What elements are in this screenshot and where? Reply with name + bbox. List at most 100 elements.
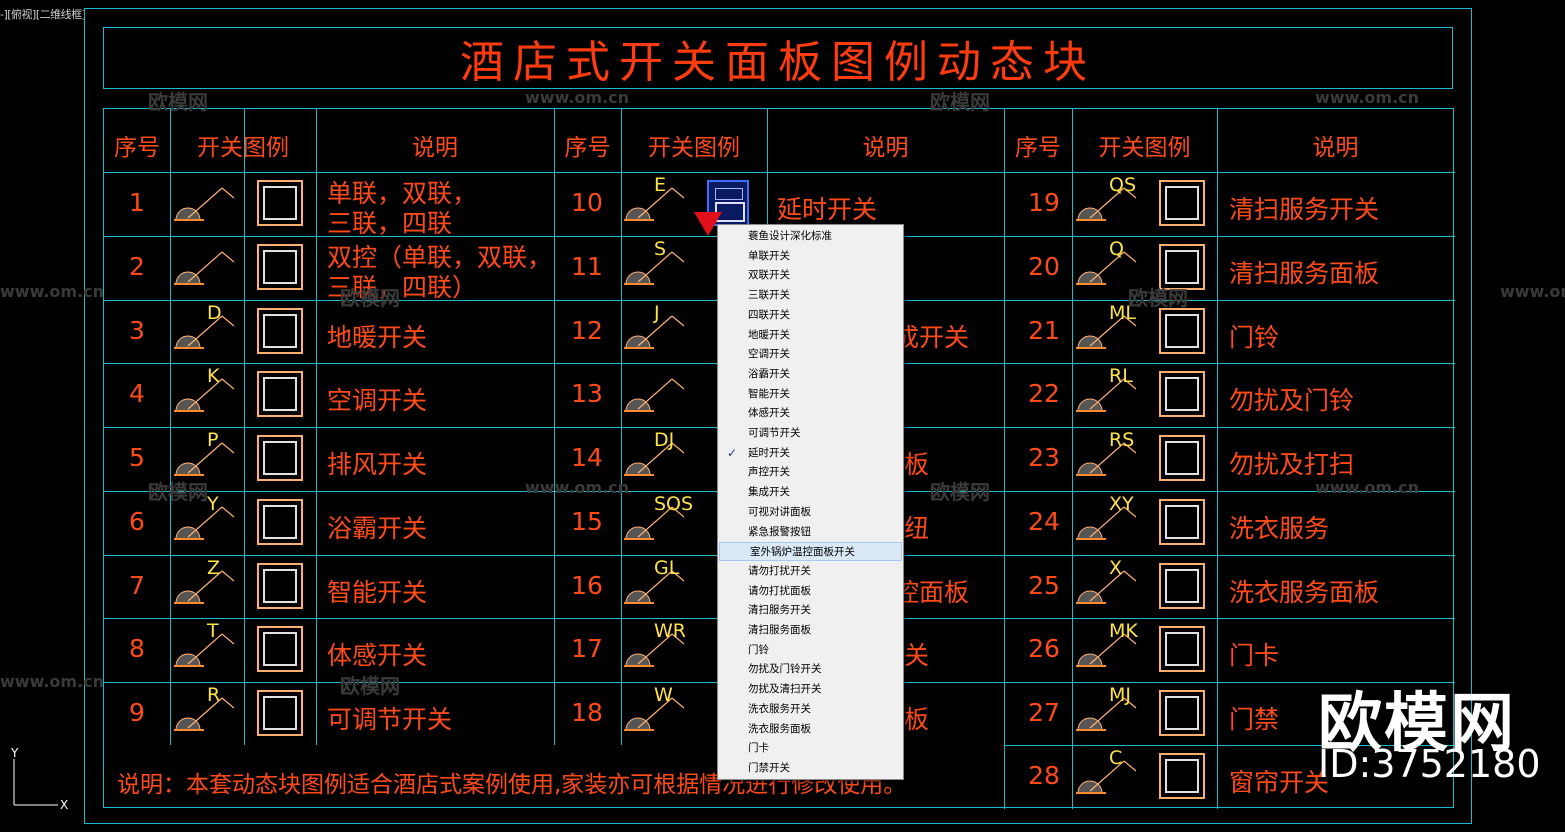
switch-panel-icon xyxy=(257,371,303,417)
panel-face xyxy=(1165,377,1199,411)
menu-item[interactable]: 双联开关 xyxy=(718,266,903,285)
menu-item[interactable]: 四联开关 xyxy=(718,306,903,325)
menu-item-label: 洗衣服务开关 xyxy=(748,702,811,715)
switch-panel-icon xyxy=(257,435,303,481)
visibility-state-menu[interactable]: 蓑鱼设计深化标准单联开关双联开关三联开关 四联开关 地暖开关 空调开关 浴霸开关 智能开关… xyxy=(717,224,904,780)
switch-panel-icon xyxy=(1159,308,1205,354)
menu-item-label: 声控开关 xyxy=(748,466,790,479)
switch-code: RS xyxy=(1109,429,1135,451)
menu-item-label: 清扫服务面板 xyxy=(748,624,811,636)
menu-item-label: 可视对讲面板 xyxy=(748,505,811,518)
switch-description: 纽 xyxy=(904,514,930,543)
row-number: 8 xyxy=(129,634,145,663)
menu-item[interactable]: ✓ 延时开关 xyxy=(718,444,903,463)
switch-panel-icon xyxy=(1159,499,1205,545)
menu-item-label: 请勿打扰面板 xyxy=(748,584,811,597)
panel-face xyxy=(263,569,297,603)
switch-code: C xyxy=(1109,747,1123,769)
menu-item[interactable]: 洗衣服务面板 xyxy=(718,720,903,739)
menu-item[interactable]: 三联开关 xyxy=(718,286,903,305)
watermark: www.om.cn xyxy=(0,672,105,691)
menu-item[interactable]: 室外锅炉温控面板开关 xyxy=(719,542,902,562)
menu-item[interactable]: 请勿打扰面板 xyxy=(718,582,903,601)
menu-item-label: 门禁开关 xyxy=(748,761,790,774)
watermark: 欧模网 xyxy=(1128,286,1188,310)
header-seq: 序号 xyxy=(564,135,611,161)
switch-code: S xyxy=(654,238,667,260)
menu-item[interactable]: 单联开关 xyxy=(718,247,903,266)
row-number: 5 xyxy=(129,443,145,472)
header-desc: 说明 xyxy=(862,135,909,161)
row-number: 18 xyxy=(571,698,603,727)
menu-item[interactable]: 地暖开关 xyxy=(718,326,903,345)
switch-description: 清扫服务开关 xyxy=(1229,195,1380,224)
menu-item[interactable]: 智能开关 xyxy=(718,385,903,404)
row-number: 19 xyxy=(1028,188,1060,217)
watermark: 欧模网 xyxy=(148,90,208,114)
switch-description: 门铃 xyxy=(1229,323,1280,352)
menu-item[interactable]: 门铃 xyxy=(718,641,903,660)
switch-code: XY xyxy=(1109,493,1134,515)
switch-panel-icon xyxy=(1159,626,1205,672)
menu-item[interactable]: 浴霸开关 xyxy=(718,365,903,384)
block-panel-display xyxy=(715,188,743,200)
menu-item[interactable]: 可视对讲面板 xyxy=(718,503,903,522)
panel-face xyxy=(1165,759,1199,793)
menu-item[interactable]: 体感开关 xyxy=(718,404,903,423)
menu-item-label: 双联开关 xyxy=(748,269,790,282)
switch-panel-icon xyxy=(257,244,303,290)
menu-item-label: 集成开关 xyxy=(748,486,790,499)
menu-item[interactable]: 勿扰及门铃开关 xyxy=(718,660,903,679)
row-number: 22 xyxy=(1028,379,1060,408)
viewport-label[interactable]: -][俯视][二维线框] xyxy=(0,6,86,22)
menu-item[interactable]: 门卡 xyxy=(718,739,903,758)
menu-item[interactable]: 集成开关 xyxy=(718,483,903,502)
menu-item[interactable]: 洗衣服务开关 xyxy=(718,700,903,719)
switch-description: 勿扰及门铃 xyxy=(1229,386,1355,415)
header-seq: 序号 xyxy=(114,135,160,161)
header-legend: 开关图例 xyxy=(197,135,289,161)
switch-description: 排风开关 xyxy=(327,450,428,479)
menu-item-label: 请勿打扰开关 xyxy=(748,564,811,577)
switch-panel-icon xyxy=(257,626,303,672)
menu-item[interactable]: 空调开关 xyxy=(718,345,903,364)
switch-code: MJ xyxy=(1109,684,1131,706)
menu-item[interactable]: 可调节开关 xyxy=(718,424,903,443)
menu-item[interactable]: 声控开关 xyxy=(718,463,903,482)
checkmark-icon: ✓ xyxy=(727,445,738,460)
switch-panel-icon xyxy=(1159,563,1205,609)
switch-code: W xyxy=(654,684,673,706)
switch-description: 板 xyxy=(904,450,930,479)
switch-description: 可调节开关 xyxy=(327,705,453,734)
switch-code: E xyxy=(654,174,667,196)
menu-item[interactable]: 门禁开关 xyxy=(718,759,903,778)
switch-panel-icon xyxy=(1159,180,1205,226)
watermark: 欧模网 xyxy=(930,90,990,114)
menu-item-label: 清扫服务开关 xyxy=(748,604,811,617)
menu-item[interactable]: 蓑鱼设计深化标准 xyxy=(718,227,903,246)
menu-item-label: 单联开关 xyxy=(748,249,790,262)
menu-item[interactable]: 紧急报警按钮 xyxy=(718,523,903,542)
switch-code: K xyxy=(207,365,220,387)
row-number: 10 xyxy=(571,188,603,217)
switch-panel-icon xyxy=(1159,690,1205,736)
switch-description: 洗衣服务面板 xyxy=(1229,578,1380,607)
ucs-y-label: Y xyxy=(10,746,19,760)
panel-face xyxy=(263,505,297,539)
menu-item[interactable]: 勿扰及清扫开关 xyxy=(718,680,903,699)
panel-face xyxy=(1165,314,1199,348)
switch-panel-icon xyxy=(1159,371,1205,417)
panel-face xyxy=(263,250,297,284)
menu-item[interactable]: 清扫服务面板 xyxy=(718,621,903,640)
row-number: 28 xyxy=(1028,761,1060,790)
table-column-divider xyxy=(316,109,317,745)
menu-item[interactable]: 清扫服务开关 xyxy=(718,601,903,620)
switch-code: P xyxy=(207,429,219,451)
switch-code: D xyxy=(207,302,222,324)
row-number: 3 xyxy=(129,316,145,345)
ucs-x-label: X xyxy=(60,798,68,810)
switch-description: 浴霸开关 xyxy=(327,514,428,543)
ucs-icon: Y X xyxy=(10,746,68,810)
header-desc: 说明 xyxy=(412,135,458,161)
menu-item[interactable]: 请勿打扰开关 xyxy=(718,562,903,581)
